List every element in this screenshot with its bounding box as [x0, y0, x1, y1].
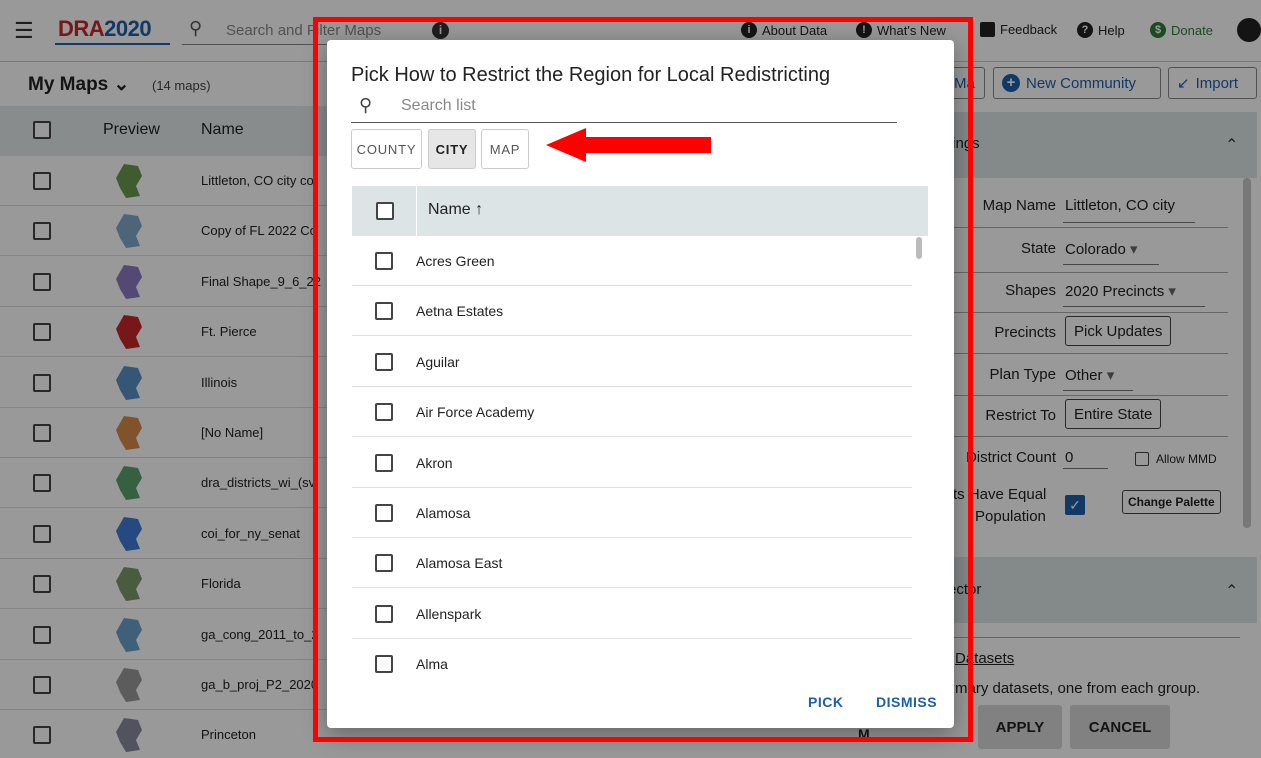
highlight-box [313, 17, 973, 742]
red-arrow-annotation [546, 128, 711, 162]
